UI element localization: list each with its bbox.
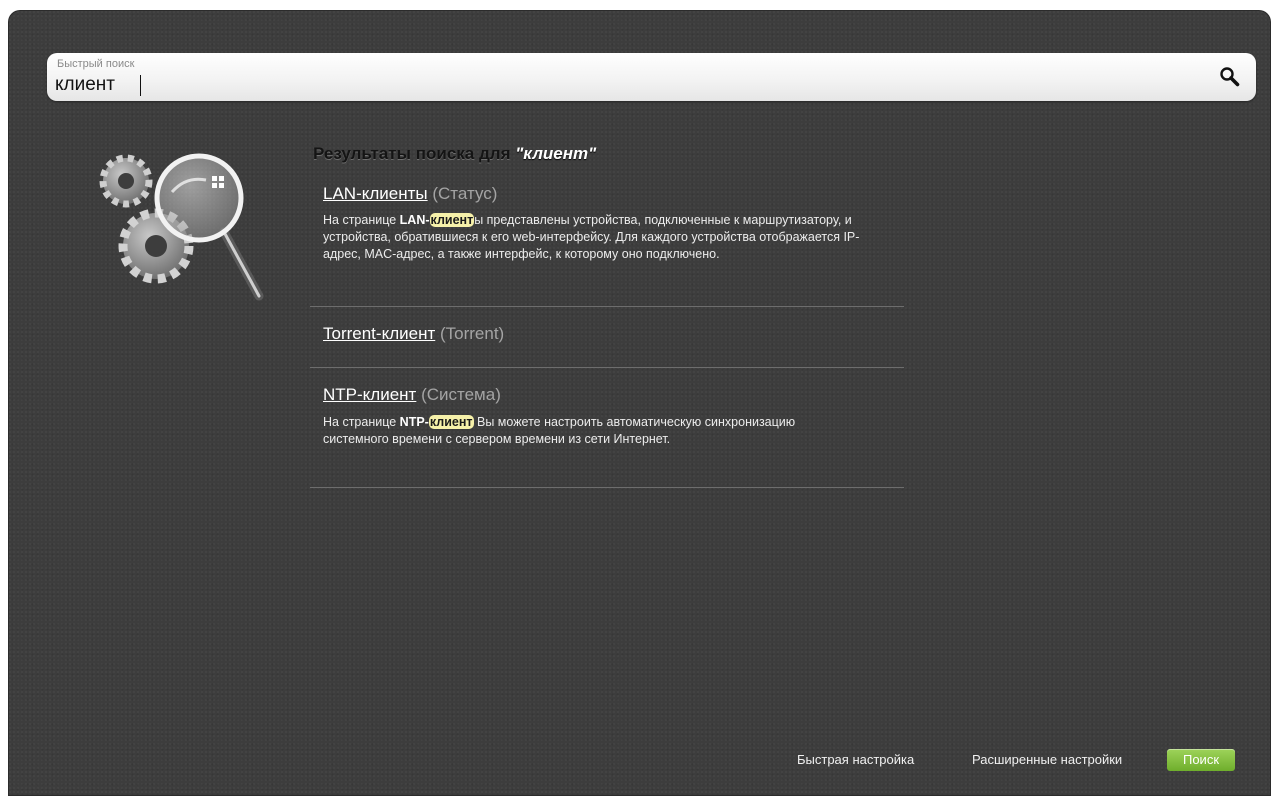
result-description: На странице NTP-клиент Вы можете настрои… <box>323 414 823 448</box>
results-query: "клиент" <box>515 144 597 163</box>
results-title: Результаты поиска для "клиент" <box>313 144 596 164</box>
desc-bold: NTP- <box>399 415 429 429</box>
result-category: (Статус) <box>432 184 498 203</box>
desc-bold: LAN- <box>399 213 430 227</box>
search-input[interactable] <box>55 73 1185 97</box>
small-gear <box>99 154 153 208</box>
search-label: Быстрый поиск <box>57 58 135 70</box>
results-title-prefix: Результаты поиска для <box>313 144 511 163</box>
gears-magnifier-illustration <box>99 153 264 301</box>
result-heading: LAN-клиенты (Статус) <box>323 184 497 204</box>
text-caret <box>140 75 141 96</box>
desc-text: На странице <box>323 213 400 227</box>
search-highlight: клиент <box>429 213 475 227</box>
result-heading: NTP-клиент (Система) <box>323 385 501 405</box>
result-category: (Система) <box>421 385 501 404</box>
result-link-ntp-client[interactable]: NTP-клиент <box>323 385 416 404</box>
page-frame: Быстрый поиск клиент Результаты поиска д… <box>8 10 1271 796</box>
desc-text: На странице <box>323 415 400 429</box>
search-icon[interactable] <box>1218 65 1242 89</box>
result-category: (Torrent) <box>439 324 505 343</box>
result-heading: Torrent-клиент (Torrent) <box>323 324 504 344</box>
search-highlight: клиент <box>428 415 474 429</box>
result-description: На странице LAN-клиенты представлены уст… <box>323 212 883 263</box>
result-link-lan-clients[interactable]: LAN-клиенты <box>323 184 428 203</box>
result-link-torrent-client[interactable]: Torrent-клиент <box>323 324 435 343</box>
search-result-ntp-client: NTP-клиент (Система) На странице NTP-кли… <box>310 367 904 488</box>
quick-setup-link[interactable]: Быстрая настройка <box>797 752 914 767</box>
search-result-lan-clients: LAN-клиенты (Статус) На странице LAN-кли… <box>310 176 904 307</box>
search-result-torrent-client: Torrent-клиент (Torrent) <box>310 306 904 368</box>
quick-search-box: Быстрый поиск <box>47 53 1256 101</box>
advanced-settings-link[interactable]: Расширенные настройки <box>972 752 1122 767</box>
search-button[interactable]: Поиск <box>1167 749 1235 771</box>
